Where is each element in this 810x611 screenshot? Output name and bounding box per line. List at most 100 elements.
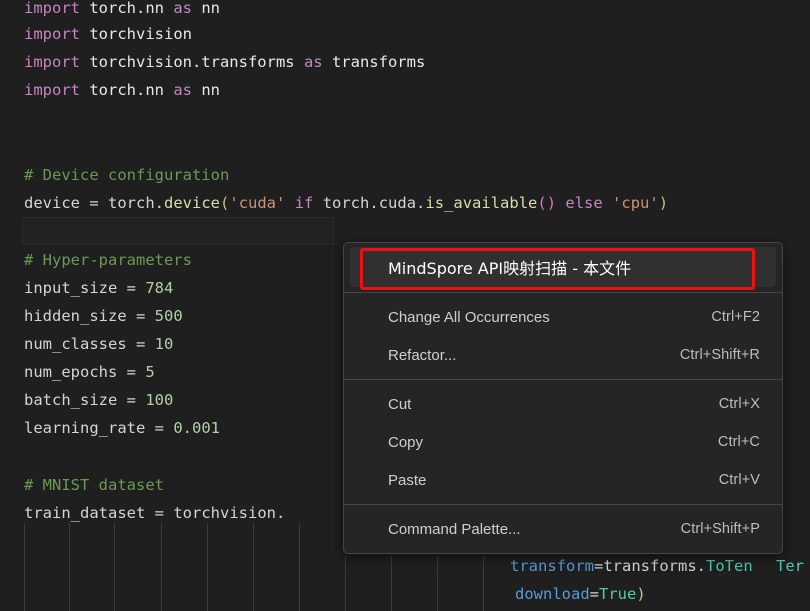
code-token: torchvision [89, 25, 192, 43]
code-token: = [126, 363, 146, 381]
code-token: import [24, 0, 90, 17]
code-token: device [24, 194, 90, 212]
code-token: torchvision.transforms [89, 53, 304, 71]
code-token: transform [510, 557, 594, 575]
menu-item-command-palette[interactable]: Command Palette... Ctrl+Shift+P [344, 510, 782, 548]
code-token: = [154, 419, 174, 437]
code-token: . [696, 557, 707, 575]
indent-guide [391, 556, 392, 611]
code-token: cuda [378, 194, 417, 212]
menu-item-shortcut: Ctrl+V [718, 472, 760, 488]
code-token: True [599, 585, 637, 603]
code-token: num_epochs [24, 363, 127, 381]
code-token: # MNIST dataset [24, 476, 164, 494]
menu-separator [344, 379, 782, 380]
code-token: import [24, 81, 90, 99]
code-token: ) [636, 585, 646, 603]
code-line: # Hyper-parameters [24, 246, 192, 274]
menu-item-label: Command Palette... [388, 520, 521, 538]
code-token: if [294, 194, 323, 212]
indent-guide [161, 523, 162, 611]
code-token: nn [201, 0, 220, 17]
code-token: input_size [24, 279, 127, 297]
code-token: = [135, 335, 155, 353]
code-token: = [594, 557, 604, 575]
code-line: hidden_size = 500 [24, 302, 183, 330]
code-token: nn [201, 81, 220, 99]
code-token: as [303, 53, 332, 71]
code-token: 10 [154, 335, 174, 353]
code-token: torchvision [173, 504, 276, 522]
code-line: learning_rate = 0.001 [24, 414, 220, 442]
code-token: import [24, 53, 90, 71]
code-line: input_size = 784 [24, 274, 173, 302]
indent-guide [437, 556, 438, 611]
code-token: torch [108, 194, 155, 212]
current-line-highlight [22, 217, 334, 245]
code-token: = [89, 194, 108, 212]
code-token: else [556, 194, 613, 212]
code-token: Ter [776, 557, 804, 575]
menu-separator [344, 504, 782, 505]
indent-guide [253, 523, 254, 611]
indent-guide [69, 523, 70, 611]
code-token: = [126, 279, 146, 297]
code-token: # Hyper-parameters [24, 251, 192, 269]
code-line: download=True) [515, 580, 646, 608]
indent-guide [24, 523, 25, 611]
code-line: device = torch.device('cuda' if torch.cu… [24, 189, 668, 217]
code-line: # Device configuration [24, 161, 229, 189]
code-token: 0.001 [173, 419, 220, 437]
code-line: batch_size = 100 [24, 386, 173, 414]
code-token: import [24, 25, 90, 43]
menu-item-change-all-occurrences[interactable]: Change All Occurrences Ctrl+F2 [344, 298, 782, 336]
indent-guide [207, 523, 208, 611]
code-line: import torchvision [24, 20, 192, 48]
code-token: . [369, 194, 379, 212]
code-token: num_classes [24, 335, 136, 353]
code-line: transform=transforms.ToTen [510, 552, 753, 580]
menu-groups: Change All Occurrences Ctrl+F2 Refactor...… [344, 292, 782, 548]
indent-guide [114, 523, 115, 611]
menu-item-mindspore-api-scan[interactable]: MindSpore API映射扫描 - 本文件 [350, 247, 776, 287]
code-token: train_dataset [24, 504, 155, 522]
menu-separator [344, 292, 782, 293]
code-token: # Device configuration [24, 166, 230, 184]
code-token: as [173, 0, 202, 17]
menu-item-paste[interactable]: Paste Ctrl+V [344, 461, 782, 499]
menu-item-shortcut: Ctrl+C [717, 434, 760, 450]
indent-guide [345, 556, 346, 611]
code-token: device [164, 194, 221, 212]
menu-item-shortcut: Ctrl+Shift+R [679, 347, 760, 363]
menu-item-label: Paste [388, 471, 427, 489]
code-line: num_classes = 10 [24, 330, 173, 358]
code-token: hidden_size [24, 307, 136, 325]
menu-item-copy[interactable]: Copy Ctrl+C [344, 423, 782, 461]
menu-item-label: Change All Occurrences [388, 308, 550, 326]
menu-item-label: MindSpore API映射扫描 - 本文件 [388, 259, 632, 278]
code-line: train_dataset = torchvision. [24, 499, 285, 527]
code-token: ToTen [706, 557, 753, 575]
code-token: . [154, 194, 165, 212]
code-token: as [173, 81, 202, 99]
code-token: 100 [145, 391, 174, 409]
code-line: # MNIST dataset [24, 471, 164, 499]
code-token: learning_rate [24, 419, 155, 437]
code-token: 784 [145, 279, 174, 297]
code-token: . [275, 504, 286, 522]
editor-context-menu[interactable]: MindSpore API映射扫描 - 本文件 Change All Occur… [343, 242, 783, 554]
menu-item-refactor[interactable]: Refactor... Ctrl+Shift+R [344, 336, 782, 374]
code-token: is_available [425, 194, 538, 212]
code-token: torch.nn [89, 0, 174, 17]
menu-item-cut[interactable]: Cut Ctrl+X [344, 385, 782, 423]
code-token: = [154, 504, 174, 522]
code-token: . [416, 194, 426, 212]
code-token: ( [220, 194, 230, 212]
code-token: transforms [603, 557, 697, 575]
code-token: ) [658, 194, 669, 212]
code-token: = [126, 391, 146, 409]
code-line: import torchvision.transforms as transfo… [24, 48, 425, 76]
menu-item-label: Copy [388, 433, 424, 451]
menu-item-label: Refactor... [388, 346, 457, 364]
code-token: torch [322, 194, 370, 212]
